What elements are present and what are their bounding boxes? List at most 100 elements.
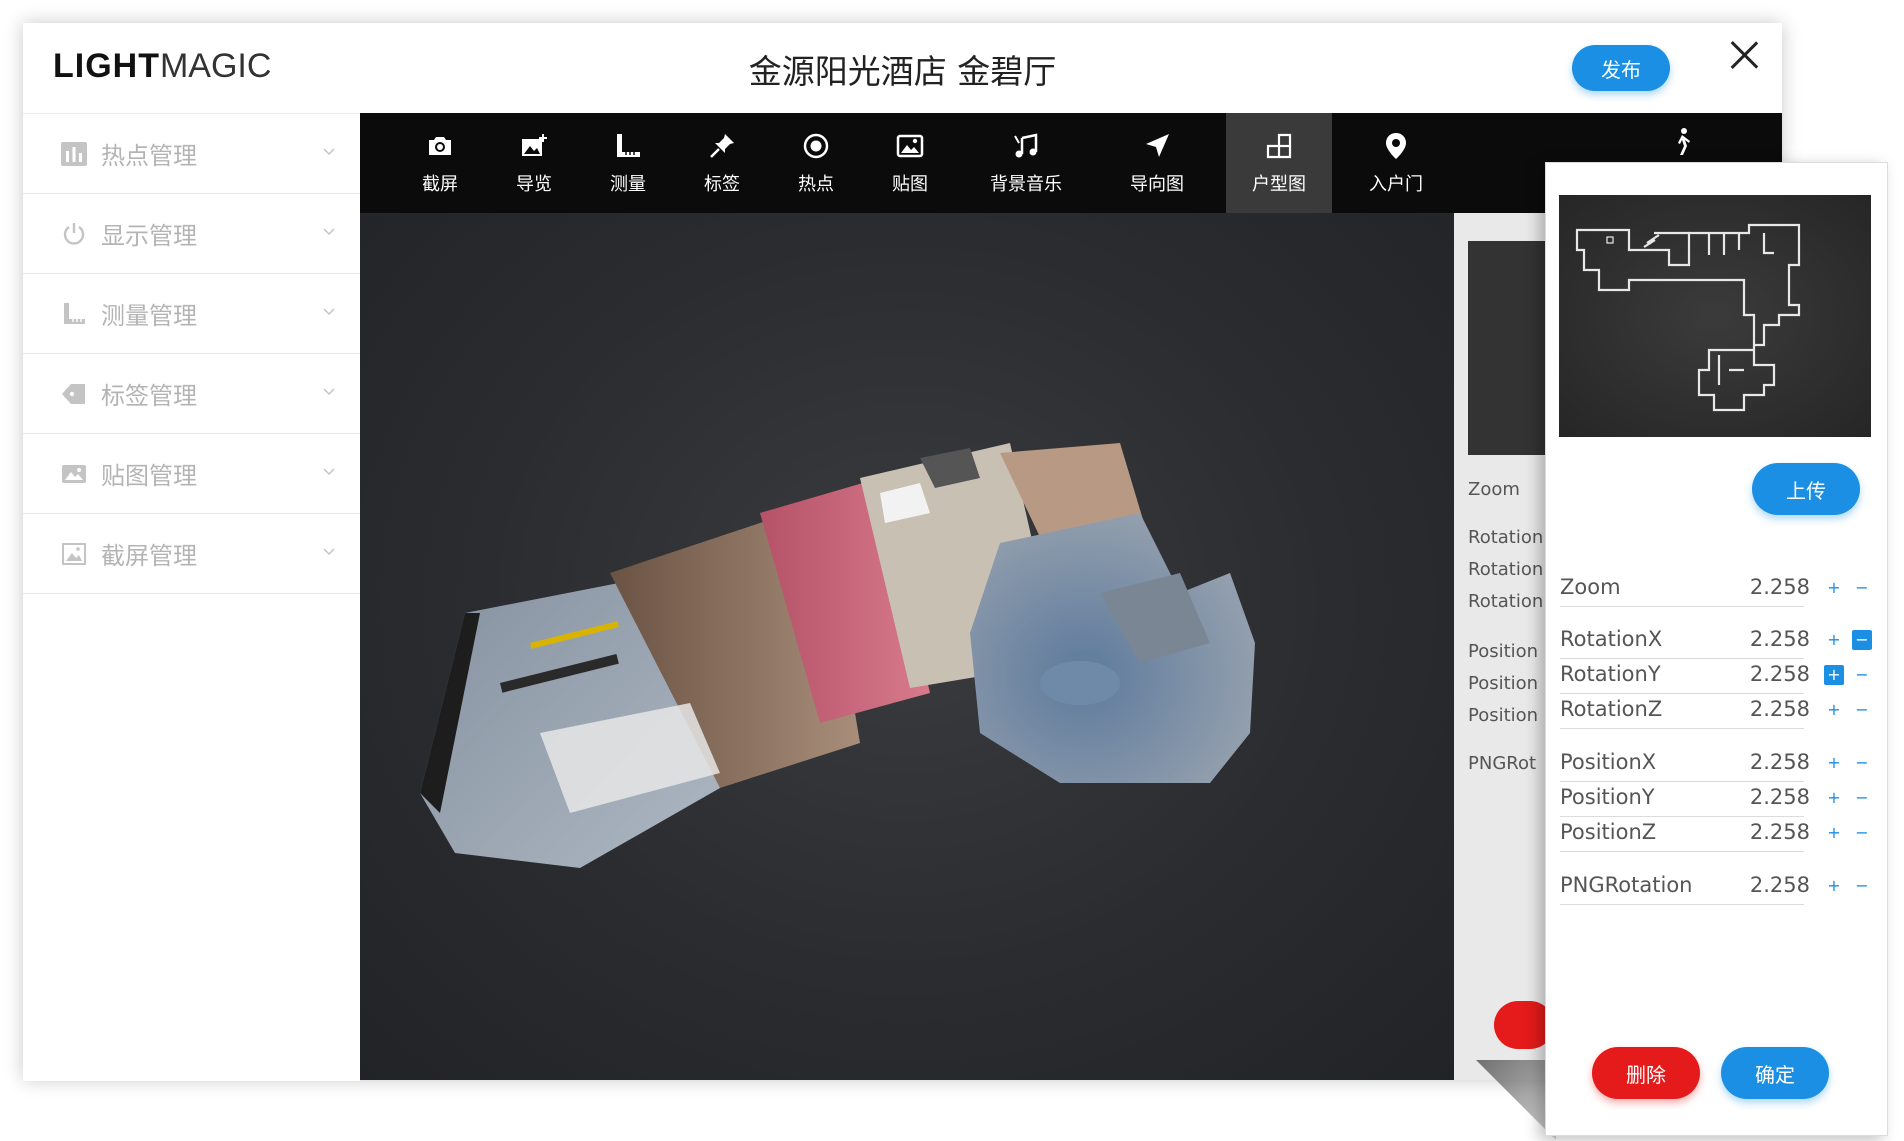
field-value[interactable]: 2.258 — [1750, 697, 1810, 721]
field-label: RotationX — [1560, 627, 1663, 651]
increment-button[interactable]: + — [1824, 578, 1844, 598]
increment-button[interactable]: + — [1824, 665, 1844, 685]
tool-tag[interactable]: 标签 — [682, 113, 762, 213]
field-value[interactable]: 2.258 — [1750, 785, 1810, 809]
field-value[interactable]: 2.258 — [1750, 873, 1810, 897]
sidebar-item-hotspot[interactable]: 热点管理 — [23, 114, 360, 194]
bg-row-label: Rotation — [1468, 591, 1544, 612]
decrement-button[interactable]: − — [1852, 753, 1872, 773]
increment-button[interactable]: + — [1824, 630, 1844, 650]
increment-button[interactable]: + — [1824, 823, 1844, 843]
increment-button[interactable]: + — [1824, 788, 1844, 808]
sidebar-item-tag[interactable]: 标签管理 — [23, 354, 360, 434]
tour-image-icon — [518, 130, 550, 162]
bg-row-label: Zoom — [1468, 479, 1520, 500]
tool-tour[interactable]: 导览 — [494, 113, 574, 213]
field-underline — [1560, 851, 1804, 852]
decrement-button[interactable]: − — [1852, 665, 1872, 685]
sidebar: 热点管理 显示管理 测量管理 标签管理 贴图管理 截屏管理 — [23, 113, 360, 1081]
field-value[interactable]: 2.258 — [1750, 627, 1810, 651]
pin-icon — [706, 130, 738, 162]
confirm-button[interactable]: 确定 — [1721, 1047, 1829, 1099]
page-title: 金源阳光酒店 金碧厅 — [748, 52, 1057, 91]
field-row-zoom: Zoom 2.258 + − — [1560, 569, 1878, 607]
tool-label: 贴图 — [892, 174, 928, 195]
chevron-down-icon — [323, 388, 335, 396]
floorplan-preview — [1559, 195, 1871, 437]
bar-chart-icon — [61, 141, 87, 167]
field-row-position-z: PositionZ 2.258 + − — [1560, 814, 1878, 852]
field-value[interactable]: 2.258 — [1750, 662, 1810, 686]
decrement-button[interactable]: − — [1852, 578, 1872, 598]
sidebar-item-label: 热点管理 — [101, 142, 197, 170]
upload-button[interactable]: 上传 — [1752, 463, 1860, 515]
tool-label: 测量 — [610, 174, 646, 195]
sidebar-item-screenshot[interactable]: 截屏管理 — [23, 514, 360, 594]
tool-label: 标签 — [704, 174, 740, 195]
field-label: PositionZ — [1560, 820, 1657, 844]
field-value[interactable]: 2.258 — [1750, 575, 1810, 599]
field-label: PositionY — [1560, 785, 1655, 809]
3d-model-viewport[interactable] — [360, 213, 1454, 1080]
tool-screenshot[interactable]: 截屏 — [400, 113, 480, 213]
field-value[interactable]: 2.258 — [1750, 750, 1810, 774]
publish-button[interactable]: 发布 — [1572, 45, 1670, 91]
ruler-icon — [612, 130, 644, 162]
field-row-rotation-y: RotationY 2.258 + − — [1560, 656, 1878, 694]
tool-label: 热点 — [798, 174, 834, 195]
music-icon — [1010, 130, 1042, 162]
increment-button[interactable]: + — [1824, 876, 1844, 896]
floorplan-icon — [1263, 130, 1295, 162]
delete-button[interactable]: 删除 — [1592, 1047, 1700, 1099]
floorplan-settings-panel: 上传 Zoom 2.258 + − RotationX 2.258 + − Ro… — [1545, 162, 1888, 1136]
tool-music[interactable]: 背景音乐 — [964, 113, 1088, 213]
bg-row-label: Position — [1468, 705, 1539, 726]
tool-label: 导向图 — [1130, 174, 1184, 195]
sidebar-item-label: 标签管理 — [101, 382, 197, 410]
sidebar-item-label: 测量管理 — [101, 302, 197, 330]
field-label: PositionX — [1560, 750, 1657, 774]
tool-hotspot[interactable]: 热点 — [776, 113, 856, 213]
chevron-down-icon — [323, 548, 335, 556]
bg-row-label: PNGRot — [1468, 753, 1537, 774]
tool-guide-map[interactable]: 导向图 — [1102, 113, 1212, 213]
field-label: RotationY — [1560, 662, 1661, 686]
field-row-position-y: PositionY 2.258 + − — [1560, 779, 1878, 817]
picture-icon — [61, 541, 87, 567]
tool-measure[interactable]: 测量 — [588, 113, 668, 213]
decrement-button[interactable]: − — [1852, 630, 1872, 650]
field-value[interactable]: 2.258 — [1750, 820, 1810, 844]
field-row-position-x: PositionX 2.258 + − — [1560, 744, 1878, 782]
tool-label: 导览 — [516, 174, 552, 195]
sidebar-item-measure[interactable]: 测量管理 — [23, 274, 360, 354]
decrement-button[interactable]: − — [1852, 876, 1872, 896]
tool-label: 背景音乐 — [990, 174, 1062, 195]
sidebar-item-label: 显示管理 — [101, 222, 197, 250]
walking-person-icon[interactable] — [1667, 127, 1699, 159]
hotspot-icon — [800, 130, 832, 162]
decrement-button[interactable]: − — [1852, 700, 1872, 720]
field-row-rotation-z: RotationZ 2.258 + − — [1560, 691, 1878, 729]
chevron-down-icon — [323, 148, 335, 156]
sidebar-item-display[interactable]: 显示管理 — [23, 194, 360, 274]
field-row-rotation-x: RotationX 2.258 + − — [1560, 621, 1878, 659]
tag-icon — [61, 381, 87, 407]
increment-button[interactable]: + — [1824, 700, 1844, 720]
increment-button[interactable]: + — [1824, 753, 1844, 773]
decrement-button[interactable]: − — [1852, 823, 1872, 843]
floorplan-thumbnail — [1468, 241, 1548, 455]
tool-entrance[interactable]: 入户门 — [1346, 113, 1446, 213]
tool-floorplan[interactable]: 户型图 — [1226, 113, 1332, 213]
tool-sticker[interactable]: 贴图 — [870, 113, 950, 213]
decrement-button[interactable]: − — [1852, 788, 1872, 808]
field-row-png-rotation: PNGRotation 2.258 + − — [1560, 867, 1878, 905]
camera-icon — [424, 130, 456, 162]
bg-row-label: Position — [1468, 641, 1539, 662]
field-label: PNGRotation — [1560, 873, 1693, 897]
ruler-icon — [61, 301, 87, 327]
sidebar-item-sticker[interactable]: 贴图管理 — [23, 434, 360, 514]
power-icon — [61, 221, 87, 247]
navigate-arrow-icon — [1141, 130, 1173, 162]
chevron-down-icon — [323, 468, 335, 476]
close-icon[interactable] — [1724, 35, 1764, 75]
